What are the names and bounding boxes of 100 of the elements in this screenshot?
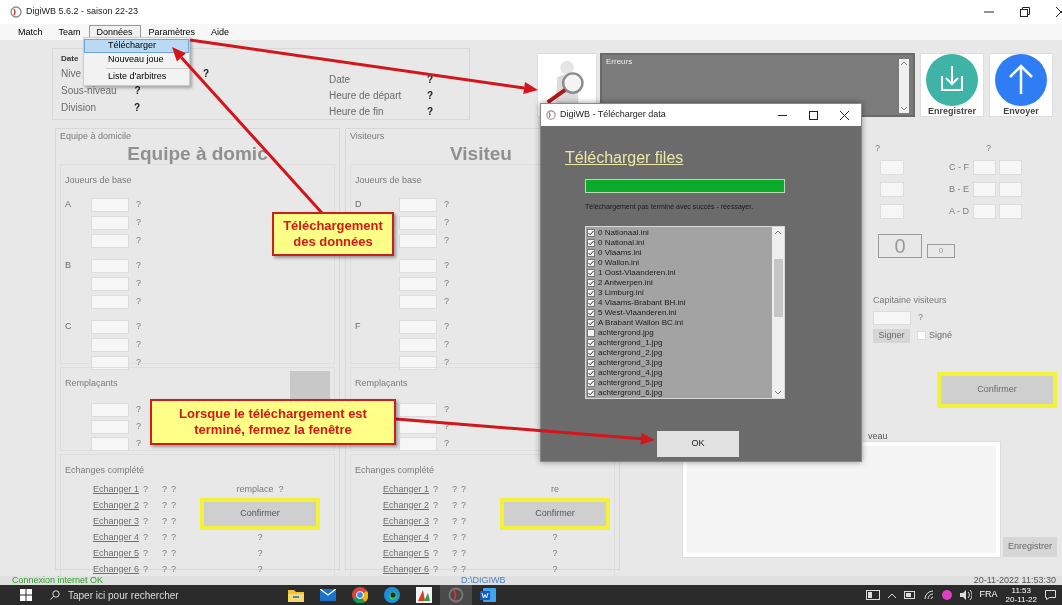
input-field[interactable] [873,310,911,325]
ok-button[interactable]: OK [657,431,739,457]
input-field[interactable] [399,403,437,417]
input-field[interactable] [880,160,904,175]
file-item[interactable]: A Brabant Wallon BC.ini [587,318,772,328]
file-item[interactable]: 1 Oost-Vlaanderen.ini [587,268,772,278]
file-item[interactable]: achtergrond.jpg [587,328,772,338]
restore-icon[interactable] [1020,7,1030,17]
checkbox[interactable] [587,359,595,367]
sign-button[interactable]: Signer [873,328,910,343]
save-button[interactable]: Enregistrer [920,53,984,117]
menu-item[interactable]: Paramètres [140,24,204,40]
file-item[interactable]: achtergrond_2.jpg [587,348,772,358]
file-item[interactable]: achtergrond_4.jpg [587,368,772,378]
save-button[interactable]: Enregistrer [1003,536,1057,557]
input-field[interactable] [91,403,129,417]
exchange-link[interactable]: Echanger 2 [93,498,140,513]
input-field[interactable] [399,356,437,370]
scrollbar[interactable] [772,227,784,398]
input-field[interactable] [91,437,129,451]
input-field[interactable] [399,277,437,291]
file-item[interactable]: 3 Limburg.ini [587,288,772,298]
checkbox[interactable] [587,329,595,337]
input-field[interactable] [399,437,437,451]
checkbox[interactable] [587,229,595,237]
input-field[interactable] [91,338,129,352]
checkbox[interactable] [587,369,595,377]
checkbox[interactable] [587,279,595,287]
scroll-up-icon[interactable] [901,61,907,65]
exchange-link[interactable]: Echanger 5 [93,546,140,561]
input-field[interactable] [91,356,129,370]
menu-item[interactable]: Match [10,24,51,40]
file-item[interactable]: 0 National.ini [587,238,772,248]
speaker-icon[interactable] [959,590,972,600]
checkbox[interactable] [587,379,595,387]
exchange-link[interactable]: Echanger 3 [93,514,140,529]
input-field[interactable] [399,216,437,230]
menu-item[interactable]: Liste d'arbitres [84,70,189,84]
input-field[interactable] [91,216,129,230]
exchange-link[interactable]: Echanger 1 [383,482,430,497]
input-field[interactable] [973,182,996,197]
start-icon[interactable] [20,589,32,601]
exchange-link[interactable]: Echanger 5 [383,546,430,561]
menu-item[interactable]: Team [50,24,89,40]
close-icon[interactable] [840,110,849,120]
exchange-link[interactable]: Echanger 6 [93,562,140,577]
file-item[interactable]: 4 Vlaams-Brabant BH.ini [587,298,772,308]
input-field[interactable] [399,234,437,248]
maximize-icon[interactable] [809,110,818,120]
file-item[interactable]: achtergrond_3.jpg [587,358,772,368]
checkbox[interactable] [587,349,595,357]
news-icon[interactable] [865,590,880,600]
checkbox[interactable] [587,239,595,247]
checkbox[interactable] [587,259,595,267]
input-field[interactable] [91,198,129,212]
file-item[interactable]: achtergrond_5.jpg [587,378,772,388]
exchange-link[interactable]: Echanger 4 [93,530,140,545]
menu-item[interactable]: Aide [203,24,238,40]
file-item[interactable]: 2 Antwerpen.ini [587,278,772,288]
checkbox[interactable] [587,389,595,397]
close-icon[interactable] [1056,7,1062,17]
scroll-up-icon[interactable] [775,230,781,234]
exchange-link[interactable]: Echanger 4 [383,530,430,545]
input-field[interactable] [399,338,437,352]
checkbox[interactable] [587,289,595,297]
file-item[interactable]: 0 Nationaal.ini [587,228,772,238]
input-field[interactable] [973,204,996,219]
checkbox[interactable] [587,269,595,277]
input-field[interactable] [999,160,1022,175]
input-field[interactable] [999,182,1022,197]
scrollbar[interactable] [899,59,909,113]
input-field[interactable] [91,320,129,334]
confirm-button[interactable]: Confirmer [500,497,610,530]
input-field[interactable] [973,160,996,175]
input-field[interactable] [91,295,129,309]
wifi-icon[interactable] [923,590,934,600]
input-field[interactable] [399,320,437,334]
scroll-thumb[interactable] [773,258,783,317]
menu-item[interactable]: Télécharger [84,39,189,53]
scroll-down-icon[interactable] [901,107,907,111]
input-field[interactable] [91,259,129,273]
scroll-down-icon[interactable] [775,391,781,395]
notification-icon[interactable] [1045,590,1056,600]
exchange-link[interactable]: Echanger 1 [93,482,140,497]
battery-icon[interactable] [903,591,916,599]
exchange-link[interactable]: Echanger 2 [383,498,430,513]
chevron-up-icon[interactable] [887,592,896,598]
file-item[interactable]: 0 Vlaams.ini [587,248,772,258]
file-item[interactable]: 5 West-Vlaanderen.ini [587,308,772,318]
heading-link[interactable]: Télécharger files [565,149,684,166]
input-field[interactable] [880,182,904,197]
file-item[interactable]: achtergrond_1.jpg [587,338,772,348]
confirm-button[interactable]: Confirmer [200,497,320,530]
input-field[interactable] [399,295,437,309]
status-dot-icon[interactable] [941,590,952,600]
input-field[interactable] [91,420,129,434]
file-item[interactable]: 0 Wallon.ini [587,258,772,268]
checkbox[interactable] [587,249,595,257]
file-item[interactable]: achtergrond_6.jpg [587,388,772,398]
input-field[interactable] [999,204,1022,219]
